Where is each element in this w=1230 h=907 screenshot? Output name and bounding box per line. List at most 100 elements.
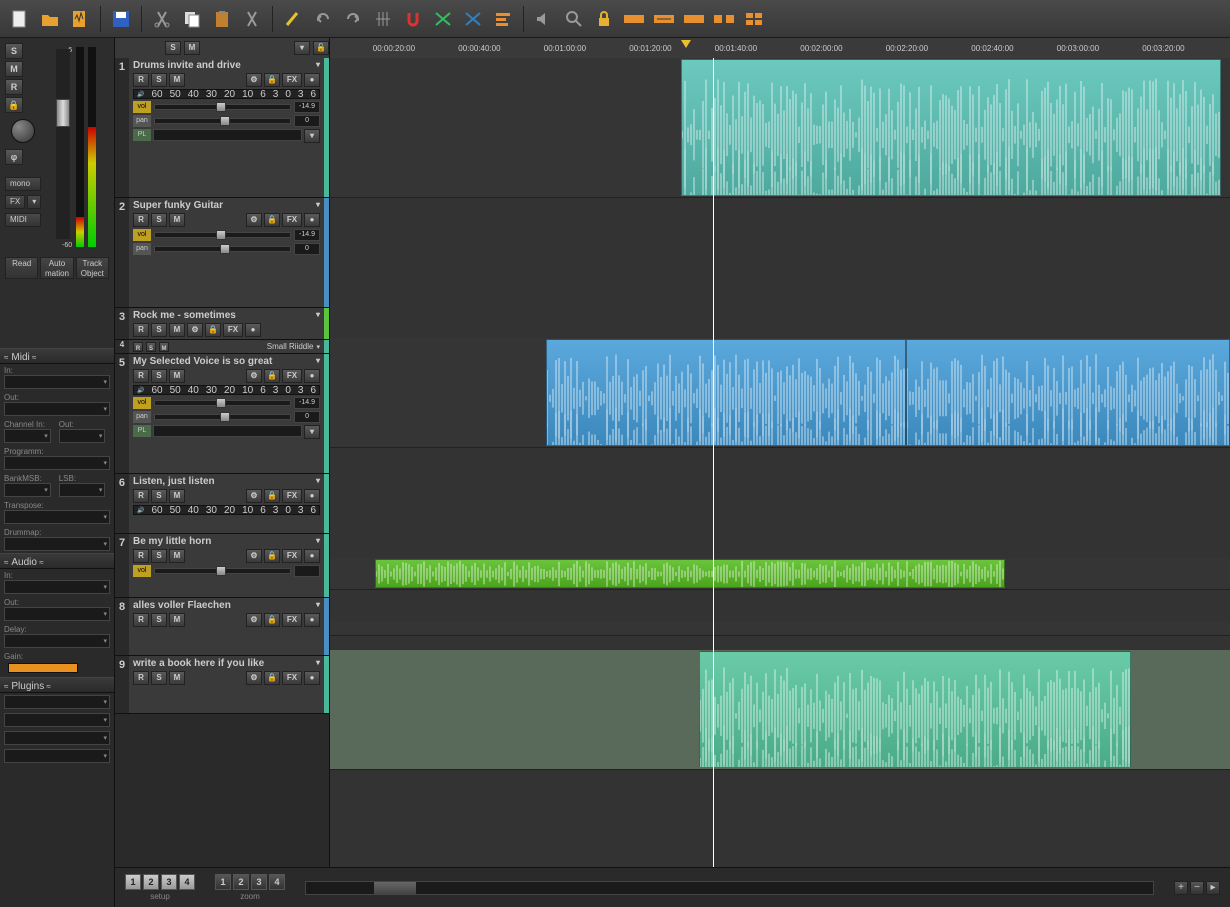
track-btn-M[interactable]: M: [169, 369, 185, 383]
new-file-icon[interactable]: [8, 7, 32, 31]
plugin-slot[interactable]: ▾: [4, 713, 110, 727]
paste-icon[interactable]: [210, 7, 234, 31]
redo-icon[interactable]: [341, 7, 365, 31]
track-lane-5[interactable]: [330, 650, 1230, 770]
vol-slider[interactable]: [154, 400, 291, 406]
horizontal-scrollbar[interactable]: [305, 881, 1154, 895]
zoom-btn-3[interactable]: 3: [251, 874, 267, 890]
track-btn-R[interactable]: R: [133, 369, 149, 383]
bar4-icon[interactable]: [712, 7, 736, 31]
plugin-slot[interactable]: ▾: [4, 731, 110, 745]
volume-fader[interactable]: [56, 49, 70, 239]
track-btn-R[interactable]: R: [133, 489, 149, 503]
setup-btn-2[interactable]: 2: [143, 874, 159, 890]
search-icon[interactable]: [562, 7, 586, 31]
setup-btn-1[interactable]: 1: [125, 874, 141, 890]
audio-field[interactable]: ▾: [4, 607, 110, 621]
track-btn-S[interactable]: S: [151, 671, 167, 685]
audio-field[interactable]: ▾: [4, 634, 110, 648]
solo-button[interactable]: S: [5, 43, 23, 59]
bar2-icon[interactable]: [652, 7, 676, 31]
crossfade2-icon[interactable]: [461, 7, 485, 31]
track-header-8[interactable]: 8alles voller Flaechen▾RSM⚙🔒FX●: [115, 598, 329, 656]
midi-field[interactable]: ▾: [4, 510, 110, 524]
marker-icon[interactable]: [281, 7, 305, 31]
record-button[interactable]: R: [5, 79, 23, 95]
bar1-icon[interactable]: [622, 7, 646, 31]
track-btn-S[interactable]: S: [151, 549, 167, 563]
track-btn-S[interactable]: S: [151, 213, 167, 227]
audio-clip[interactable]: [546, 339, 906, 446]
clip-cut-icon[interactable]: [240, 7, 264, 31]
track-btn-M[interactable]: M: [169, 549, 185, 563]
audio-section-header[interactable]: ≈Audio ≈: [0, 553, 114, 569]
audio-file-icon[interactable]: [68, 7, 92, 31]
midi-field[interactable]: ▾: [4, 402, 110, 416]
mute-button[interactable]: M: [5, 61, 23, 77]
lock-button[interactable]: 🔒: [5, 97, 23, 113]
setup-btn-3[interactable]: 3: [161, 874, 177, 890]
midi-field[interactable]: ▾: [59, 483, 106, 497]
track-lane-3[interactable]: [330, 558, 1230, 590]
track-btn-M[interactable]: M: [169, 671, 185, 685]
plugin-slot[interactable]: ▾: [4, 749, 110, 763]
timeline[interactable]: [330, 58, 1230, 867]
track-btn-S[interactable]: S: [151, 489, 167, 503]
track-btn-S[interactable]: S: [151, 73, 167, 87]
midi-button[interactable]: MIDI: [5, 213, 41, 227]
audio-clip[interactable]: [906, 339, 1230, 446]
ruler-dropdown[interactable]: ▾: [294, 41, 310, 55]
align-icon[interactable]: [491, 7, 515, 31]
bar3-icon[interactable]: [682, 7, 706, 31]
master-mute[interactable]: M: [184, 41, 200, 55]
track-btn-R[interactable]: R: [133, 671, 149, 685]
lock-icon[interactable]: [592, 7, 616, 31]
midi-field[interactable]: ▾: [59, 429, 106, 443]
cut-icon[interactable]: [150, 7, 174, 31]
zoom-btn-2[interactable]: 2: [233, 874, 249, 890]
playhead[interactable]: [713, 58, 714, 867]
track-header-5[interactable]: 5My Selected Voice is so great▾RSM⚙🔒FX●🔊…: [115, 354, 329, 474]
master-solo[interactable]: S: [165, 41, 181, 55]
midi-field[interactable]: ▾: [4, 483, 51, 497]
copy-icon[interactable]: [180, 7, 204, 31]
track-btn-R[interactable]: R: [133, 73, 149, 87]
plugin-slot[interactable]: ▾: [4, 695, 110, 709]
track-btn-M[interactable]: M: [169, 489, 185, 503]
vol-slider[interactable]: [154, 568, 291, 574]
track-header-2[interactable]: 2Super funky Guitar▾RSM⚙🔒FX●vol-14.9pan0: [115, 198, 329, 308]
fx-button[interactable]: FX: [5, 195, 25, 209]
crossfade-icon[interactable]: [431, 7, 455, 31]
mixer-tab-1[interactable]: Automation: [40, 257, 73, 279]
phase-button[interactable]: φ: [5, 149, 23, 165]
audio-clip[interactable]: [375, 559, 1005, 588]
undo-icon[interactable]: [311, 7, 335, 31]
marker-icon[interactable]: [681, 40, 691, 53]
audio-clip[interactable]: [681, 59, 1221, 196]
track-header-4[interactable]: 4RSMSmall Riiddle▾: [115, 340, 329, 354]
audio-clip[interactable]: [699, 651, 1131, 768]
track-btn-R[interactable]: R: [133, 213, 149, 227]
pan-slider[interactable]: [154, 118, 291, 124]
mixer-tab-2[interactable]: TrackObject: [76, 257, 109, 279]
track-btn-M[interactable]: M: [169, 73, 185, 87]
zoom-btn-4[interactable]: 4: [269, 874, 285, 890]
midi-field[interactable]: ▾: [4, 375, 110, 389]
time-ruler[interactable]: 00:00:20:0000:00:40:0000:01:00:0000:01:2…: [330, 38, 1230, 58]
track-btn-S[interactable]: S: [151, 369, 167, 383]
midi-field[interactable]: ▾: [4, 429, 51, 443]
midi-section-header[interactable]: ≈Midi ≈: [0, 348, 114, 364]
audio-field[interactable]: ▾: [4, 580, 110, 594]
zoom-fit[interactable]: ▸: [1206, 881, 1220, 895]
speaker-icon[interactable]: [532, 7, 556, 31]
track-btn-R[interactable]: R: [133, 549, 149, 563]
pan-slider[interactable]: [154, 414, 291, 420]
track-lane-2[interactable]: [330, 338, 1230, 448]
track-btn-M[interactable]: M: [169, 213, 185, 227]
track-header-7[interactable]: 7Be my little horn▾RSM⚙🔒FX●vol: [115, 534, 329, 598]
ruler-lock[interactable]: 🔓: [313, 41, 329, 55]
bricks-icon[interactable]: [742, 7, 766, 31]
plugins-section-header[interactable]: ≈Plugins ≈: [0, 677, 114, 693]
zoom-out-h[interactable]: −: [1190, 881, 1204, 895]
track-lane-1[interactable]: [330, 58, 1230, 198]
